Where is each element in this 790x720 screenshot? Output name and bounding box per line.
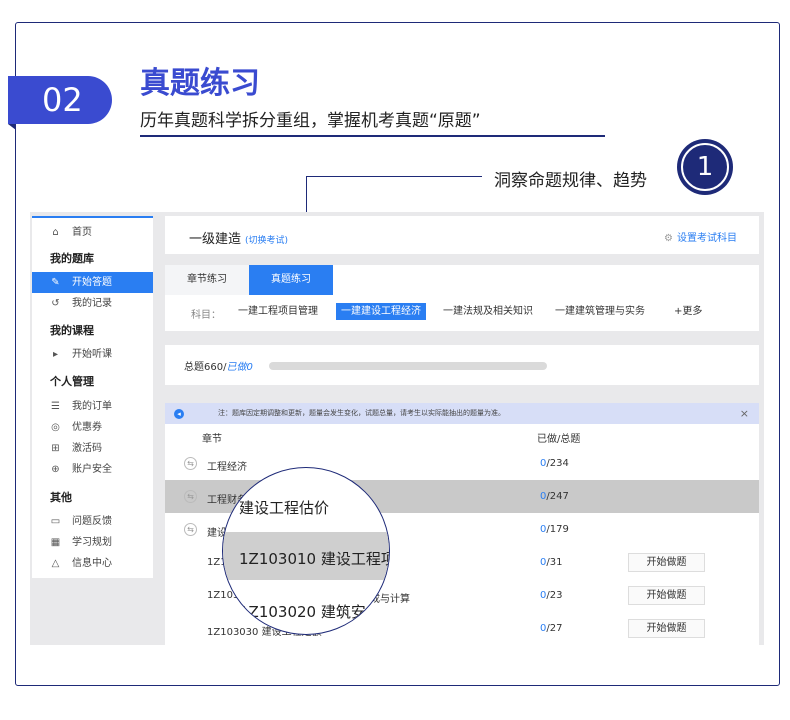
chapter-name: 工程经济 — [207, 462, 247, 473]
sidebar-item-label: 激活码 — [72, 443, 102, 454]
set-subject-link[interactable]: ⚙ 设置考试科目 — [664, 229, 737, 244]
sidebar-item-study-plan[interactable]: ▦ 学习规划 — [32, 532, 153, 553]
exam-name: 一级建造 — [189, 232, 242, 247]
home-icon: ⌂ — [52, 227, 59, 238]
expand-icon[interactable]: ⇆ — [184, 490, 197, 503]
subject-option-active[interactable]: 一建建设工程经济 — [336, 303, 426, 320]
section-progress: 0/31 — [540, 557, 562, 568]
chapter-progress: 0/179 — [540, 524, 569, 535]
badge-fold — [8, 124, 16, 130]
total-count: /247 — [546, 491, 569, 502]
chapter-progress: 0/247 — [540, 491, 569, 502]
shield-icon: ⊕ — [51, 464, 60, 475]
sidebar-item-label: 开始听课 — [72, 349, 112, 360]
sidebar-heading-personal: 个人管理 — [50, 375, 94, 388]
tab-past-exams[interactable]: 真题练习 — [249, 265, 333, 295]
tabs-panel: 章节练习 真题练习 科目： 一建工程项目管理 一建建设工程经济 一建法规及相关知… — [165, 265, 759, 331]
sidebar-item-label: 信息中心 — [72, 558, 112, 569]
subject-option[interactable]: 一建建筑管理与实务 — [550, 303, 650, 320]
code-icon: ⊞ — [51, 443, 60, 454]
switch-exam-link[interactable]: (切换考试) — [245, 236, 288, 246]
magnified-text: 1Z103010 建设工程项 — [239, 550, 390, 568]
sidebar-item-label: 我的订单 — [72, 401, 112, 412]
set-subject-label: 设置考试科目 — [677, 233, 737, 244]
coupon-icon: ◎ — [51, 422, 60, 433]
sidebar-item-coupons[interactable]: ◎ 优惠券 — [32, 417, 153, 438]
sidebar-item-label: 学习规划 — [72, 537, 112, 548]
subtitle-underline — [140, 135, 605, 137]
subject-label: 科目： — [191, 310, 221, 321]
notice-bar: ◂ 注：题库因定期调整和更新，题量会发生变化，试题总量，请考生以实际能抽出的题量… — [165, 403, 759, 424]
column-header-chapter: 章节 — [202, 434, 222, 445]
table-row[interactable]: ⇆ 工程经济 0/234 — [165, 447, 759, 480]
start-practice-button[interactable]: 开始做题 — [628, 619, 705, 638]
total-count: /234 — [546, 458, 569, 469]
magnified-text: 1Z103020 建筑安 — [239, 603, 366, 621]
sidebar-item-activation-code[interactable]: ⊞ 激活码 — [32, 438, 153, 459]
list-icon: ☰ — [51, 401, 60, 412]
info-icon: ◂ — [174, 409, 184, 419]
sidebar-item-label: 账户安全 — [72, 464, 112, 475]
sidebar-item-start-answer[interactable]: ✎ 开始答题 — [32, 272, 153, 293]
play-icon: ▸ — [52, 349, 59, 360]
column-header-progress: 已做/总题 — [537, 434, 581, 445]
total-count: /31 — [546, 557, 563, 568]
edit-icon: ✎ — [51, 277, 60, 288]
section-progress: 0/27 — [540, 623, 562, 634]
sidebar-item-home[interactable]: ⌂ 首页 — [32, 222, 153, 243]
close-icon[interactable]: × — [740, 403, 749, 424]
chapter-progress: 0/234 — [540, 458, 569, 469]
more-subjects-link[interactable]: +更多 — [669, 303, 707, 320]
callout-leader-line — [306, 176, 482, 177]
history-icon: ↺ — [51, 298, 60, 309]
sidebar-item-orders[interactable]: ☰ 我的订单 — [32, 396, 153, 417]
tab-chapter-practice[interactable]: 章节练习 — [165, 265, 249, 295]
start-practice-button[interactable]: 开始做题 — [628, 586, 705, 605]
progress-bar — [269, 362, 547, 370]
sidebar-item-account-security[interactable]: ⊕ 账户安全 — [32, 459, 153, 480]
collapse-icon[interactable]: ⇆ — [184, 523, 197, 536]
sidebar-item-label: 首页 — [72, 227, 92, 238]
bell-icon: △ — [51, 558, 60, 569]
magnified-text: 建设工程估价 — [239, 499, 330, 517]
sidebar-item-feedback[interactable]: ▭ 问题反馈 — [32, 511, 153, 532]
app-screenshot: ⌂ 首页 我的题库 ✎ 开始答题 ↺ 我的记录 我的课程 ▸ 开始听课 个人管理 ☰ 我的… — [30, 212, 764, 645]
grid-icon: ▦ — [50, 537, 61, 548]
expand-icon[interactable]: ⇆ — [184, 457, 197, 470]
section-subtitle: 历年真题科学拆分重组，掌握机考真题“原题” — [140, 111, 481, 131]
sidebar-item-my-records[interactable]: ↺ 我的记录 — [32, 293, 153, 314]
callout-number-badge: 1 — [677, 139, 733, 195]
notice-text: 注：题库因定期调整和更新，题量会发生变化，试题总量，请考生以实际能抽出的题量为准… — [218, 409, 505, 417]
sidebar-heading-question-bank: 我的题库 — [50, 252, 94, 265]
sidebar-item-label: 优惠券 — [72, 422, 102, 433]
start-practice-button[interactable]: 开始做题 — [628, 553, 705, 572]
subject-option[interactable]: 一建工程项目管理 — [233, 303, 323, 320]
section-title: 真题练习 — [140, 66, 260, 101]
sidebar-item-label: 我的记录 — [72, 298, 112, 309]
sidebar-item-label: 开始答题 — [72, 277, 112, 288]
progress-panel: 总题660/已做0 — [165, 345, 759, 385]
progress-summary: 总题660/已做0 — [184, 358, 253, 373]
magnifier-lens: 建设工程估价 1Z103010 建设工程项 1Z103020 建筑安 — [222, 467, 390, 635]
sidebar: ⌂ 首页 我的题库 ✎ 开始答题 ↺ 我的记录 我的课程 ▸ 开始听课 个人管理 ☰ 我的… — [32, 216, 153, 578]
chat-icon: ▭ — [50, 516, 61, 527]
section-progress: 0/23 — [540, 590, 562, 601]
gear-icon: ⚙ — [664, 233, 673, 244]
exam-title: 一级建造 (切换考试) — [189, 228, 288, 247]
sidebar-item-messages[interactable]: △ 信息中心 — [32, 553, 153, 574]
total-count: /27 — [546, 623, 563, 634]
callout-number: 1 — [681, 143, 729, 191]
subject-option[interactable]: 一建法规及相关知识 — [438, 303, 538, 320]
done-label: 已做0 — [226, 362, 253, 373]
callout-text: 洞察命题规律、趋势 — [494, 171, 647, 191]
sidebar-heading-other: 其他 — [50, 491, 72, 504]
sidebar-item-start-course[interactable]: ▸ 开始听课 — [32, 344, 153, 365]
total-label: 总题660/ — [184, 362, 227, 373]
total-count: /23 — [546, 590, 563, 601]
section-number-badge: 02 — [8, 76, 112, 124]
sidebar-item-label: 问题反馈 — [72, 516, 112, 527]
main-header: 一级建造 (切换考试) ⚙ 设置考试科目 — [165, 216, 759, 254]
total-count: /179 — [546, 524, 569, 535]
sidebar-heading-courses: 我的课程 — [50, 324, 94, 337]
